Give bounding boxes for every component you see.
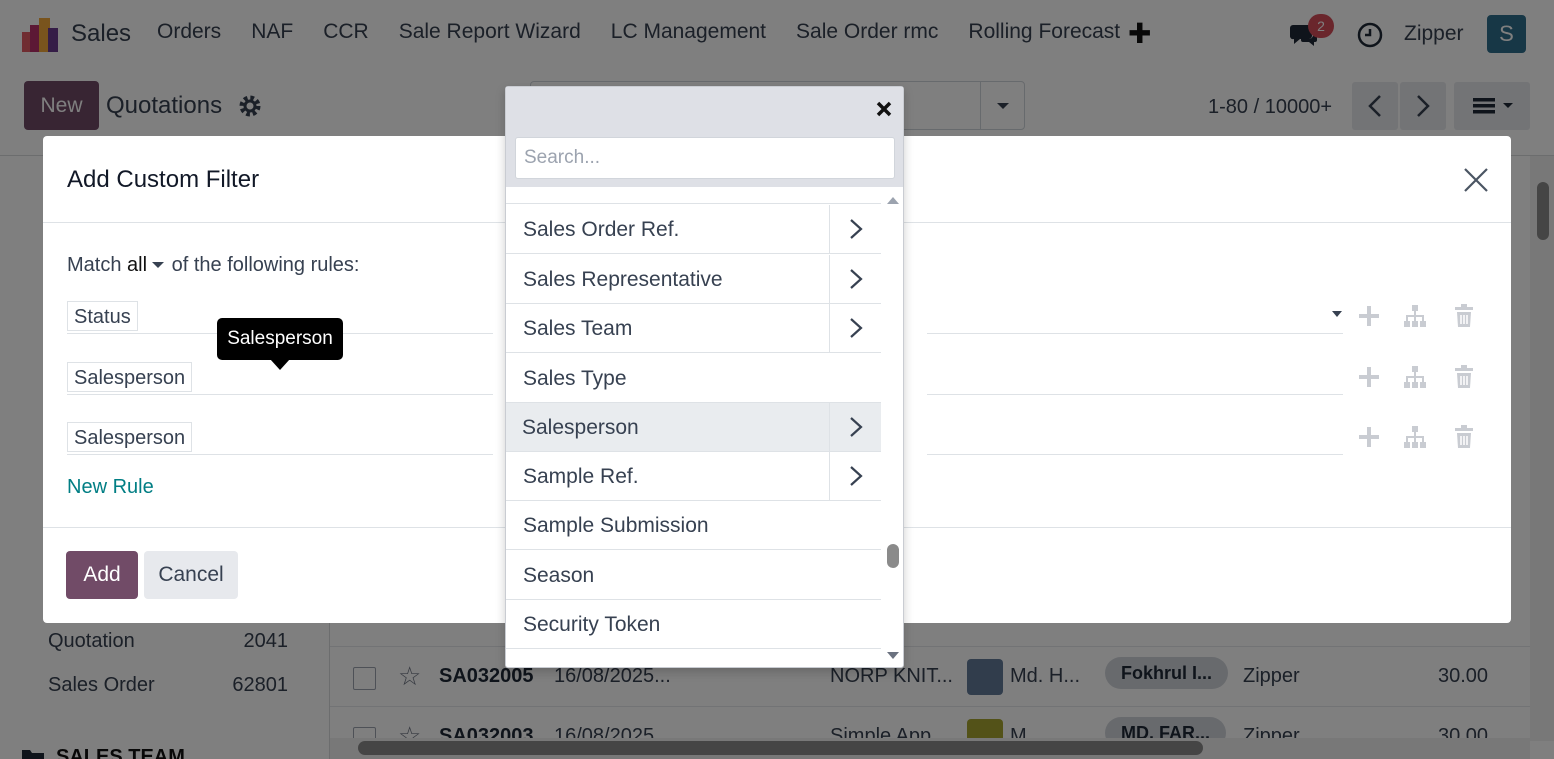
scrollbar-thumb[interactable] (887, 544, 899, 568)
add-branch-icon[interactable] (1403, 425, 1427, 449)
field-item-season[interactable]: Season (506, 551, 881, 600)
popover-scrollbar[interactable] (883, 192, 903, 666)
scroll-down-icon[interactable] (886, 651, 900, 661)
match-suffix: of the following rules: (171, 254, 360, 276)
field-label: Sample Ref. (523, 465, 639, 488)
field-item-sample-ref[interactable]: Sample Ref. (506, 452, 881, 501)
follow-relation-button[interactable] (829, 304, 881, 352)
rule-field-path[interactable]: Salesperson (67, 362, 193, 392)
add-branch-icon[interactable] (1403, 304, 1427, 328)
field-label: Sample Submission (523, 514, 709, 537)
divider (67, 454, 493, 455)
field-selector-popover: Sales Order Ref. Sales Representative Sa… (505, 86, 904, 668)
trash-icon[interactable] (1452, 304, 1476, 328)
field-item-sales-order-ref[interactable]: Sales Order Ref. (506, 205, 881, 254)
chevron-right-icon (850, 269, 863, 289)
caret-down-icon (1332, 311, 1342, 317)
field-search-input[interactable] (515, 137, 895, 179)
rule-field-path[interactable]: Salesperson (67, 422, 193, 452)
dialog-title: Add Custom Filter (67, 166, 260, 193)
field-label: Sales Team (523, 317, 633, 340)
field-item-sales-representative[interactable]: Sales Representative (506, 255, 881, 304)
follow-relation-button[interactable] (829, 255, 881, 303)
match-prefix: Match (67, 254, 122, 276)
popover-header (506, 87, 903, 187)
field-label: Sales Representative (523, 268, 723, 291)
add-button[interactable]: Add (66, 551, 138, 599)
field-item-security-token[interactable]: Security Token (506, 600, 881, 649)
field-label: Security Token (523, 613, 661, 636)
trash-icon[interactable] (1452, 365, 1476, 389)
scroll-up-icon[interactable] (886, 195, 900, 205)
divider (67, 394, 493, 395)
match-line: Match all of the following rules: (67, 254, 360, 277)
field-list: Sales Order Ref. Sales Representative Sa… (506, 187, 881, 667)
rule-operator-field[interactable] (927, 394, 1343, 395)
popover-arrow (493, 367, 505, 391)
rule-operator-field[interactable] (927, 333, 1343, 334)
field-label: Sales Type (523, 367, 627, 390)
add-rule-icon[interactable] (1357, 365, 1381, 389)
close-icon[interactable] (874, 99, 894, 119)
follow-relation-button[interactable] (829, 452, 881, 500)
chevron-right-icon (850, 417, 863, 437)
tooltip: Salesperson (217, 318, 343, 360)
field-item-sample-submission[interactable]: Sample Submission (506, 501, 881, 550)
chevron-right-icon (850, 219, 863, 239)
add-branch-icon[interactable] (1403, 365, 1427, 389)
field-label: Salesperson (522, 416, 639, 439)
cancel-button[interactable]: Cancel (144, 551, 238, 599)
add-rule-icon[interactable] (1357, 425, 1381, 449)
trash-icon[interactable] (1452, 425, 1476, 449)
rule-field-path[interactable]: Status (67, 301, 138, 331)
add-rule-icon[interactable] (1357, 304, 1381, 328)
new-rule-link[interactable]: New Rule (67, 476, 154, 499)
field-item-salesperson[interactable]: Salesperson (506, 403, 881, 452)
close-icon[interactable] (1462, 166, 1490, 194)
caret-down-icon (152, 262, 165, 268)
follow-relation-button[interactable] (829, 403, 881, 451)
field-label: Season (523, 564, 595, 587)
field-item-sales-team[interactable]: Sales Team (506, 304, 881, 353)
match-value: all (127, 254, 148, 276)
field-item-partial[interactable] (506, 187, 881, 204)
rule-operator-field[interactable] (927, 454, 1343, 455)
follow-relation-button[interactable] (829, 205, 881, 253)
chevron-right-icon (850, 318, 863, 338)
chevron-right-icon (850, 466, 863, 486)
tooltip-arrow (270, 359, 290, 370)
field-label: Sales Order Ref. (523, 218, 680, 241)
field-item-sales-type[interactable]: Sales Type (506, 354, 881, 403)
match-selector[interactable]: all (127, 254, 166, 276)
